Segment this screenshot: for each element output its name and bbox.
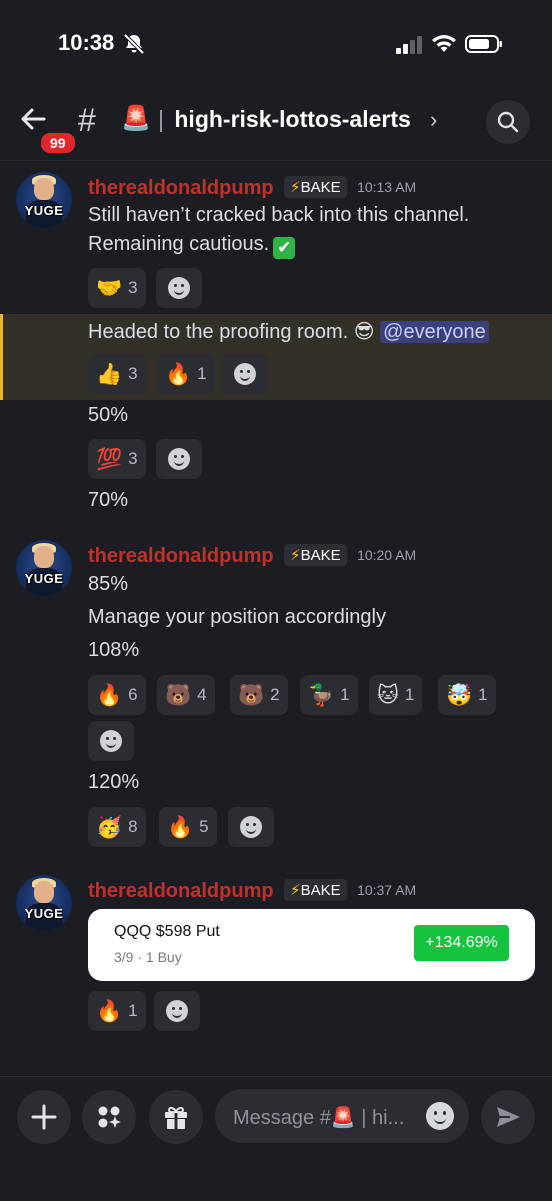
message-text: 108% bbox=[88, 639, 140, 661]
lightning-icon: ⚡ bbox=[290, 547, 301, 564]
lightning-icon: ⚡ bbox=[290, 882, 301, 899]
mention-bar bbox=[0, 314, 3, 400]
avatar[interactable]: YUGE bbox=[16, 172, 72, 228]
reaction-bear-2[interactable]: 🐻 2 bbox=[230, 675, 288, 715]
message-text: 120% bbox=[88, 771, 140, 793]
message-text: Remaining cautious. ✔ bbox=[88, 233, 296, 259]
search-icon bbox=[497, 111, 519, 133]
add-reaction-button[interactable] bbox=[228, 807, 274, 847]
reaction-chef-kiss[interactable]: 🥳 8 bbox=[88, 807, 146, 847]
message-text: Headed to the proofing room. 😎 @everyone bbox=[88, 319, 489, 344]
add-reaction-button[interactable] bbox=[156, 439, 202, 479]
reaction-fire[interactable]: 🔥 5 bbox=[159, 807, 217, 847]
siren-icon: 🚨 bbox=[121, 105, 151, 132]
message-composer: Message #🚨 | hi... bbox=[0, 1076, 552, 1201]
message-text: Manage your position accordingly bbox=[88, 606, 386, 628]
add-reaction-button[interactable] bbox=[156, 268, 202, 308]
message-header: therealdonaldpump ⚡BAKE 10:13 AM bbox=[88, 176, 416, 200]
emoji-picker-icon[interactable] bbox=[426, 1102, 454, 1130]
channel-name: high-risk-lottos-alerts bbox=[174, 106, 411, 132]
smiley-icon bbox=[168, 448, 190, 470]
battery-icon bbox=[465, 35, 502, 53]
add-reaction-button[interactable] bbox=[222, 354, 268, 394]
avatar[interactable]: YUGE bbox=[16, 875, 72, 931]
cellular-signal-icon bbox=[396, 36, 422, 54]
smiley-icon bbox=[240, 816, 262, 838]
message-header: therealdonaldpump ⚡BAKE 10:20 AM bbox=[88, 544, 416, 568]
apps-button[interactable] bbox=[82, 1090, 136, 1144]
lightning-icon: ⚡ bbox=[290, 179, 301, 196]
message-text: 85% bbox=[88, 573, 129, 595]
message-input[interactable]: Message #🚨 | hi... bbox=[215, 1089, 469, 1143]
clock: 10:38 bbox=[58, 30, 115, 55]
channel-title[interactable]: | high-risk-lottos-alerts bbox=[158, 106, 411, 133]
avatar[interactable]: YUGE bbox=[16, 540, 72, 596]
gift-icon bbox=[165, 1106, 187, 1129]
reaction-thumbs-up[interactable]: 👍 3 bbox=[88, 354, 146, 394]
unread-badge: 99 bbox=[38, 130, 78, 156]
bell-muted-icon bbox=[123, 33, 145, 55]
send-button[interactable] bbox=[481, 1090, 535, 1144]
status-bar: 10:38 bbox=[0, 0, 552, 90]
message-placeholder: Message #🚨 | hi... bbox=[233, 1107, 405, 1129]
reaction-100[interactable]: 💯 3 bbox=[88, 439, 146, 479]
smiley-icon bbox=[234, 363, 256, 385]
channel-header: 99 # 🚨 | high-risk-lottos-alerts › bbox=[0, 90, 552, 161]
trade-card[interactable]: QQQ $598 Put 3/9 · 1 Buy +134.69% bbox=[88, 909, 535, 981]
username[interactable]: therealdonaldpump bbox=[88, 880, 274, 902]
reaction-duck[interactable]: 🦆 1 bbox=[300, 675, 358, 715]
timestamp: 10:13 AM bbox=[357, 179, 417, 195]
timestamp: 10:20 AM bbox=[357, 547, 417, 563]
reaction-fire[interactable]: 🔥 1 bbox=[88, 991, 146, 1031]
smiley-icon bbox=[166, 1000, 188, 1022]
check-mark-icon: ✔ bbox=[273, 237, 296, 259]
chevron-right-icon[interactable]: › bbox=[430, 107, 437, 133]
avatar-label: YUGE bbox=[24, 203, 64, 218]
username[interactable]: therealdonaldpump bbox=[88, 545, 274, 567]
gift-button[interactable] bbox=[149, 1090, 203, 1144]
trade-title: QQQ $598 Put bbox=[114, 923, 220, 940]
trade-gain-badge: +134.69% bbox=[414, 925, 509, 961]
reaction-fire[interactable]: 🔥 1 bbox=[157, 354, 215, 394]
search-button[interactable] bbox=[486, 100, 530, 144]
send-icon bbox=[497, 1107, 520, 1127]
add-reaction-button[interactable] bbox=[154, 991, 200, 1031]
title-separator: | bbox=[158, 106, 164, 132]
trade-subtitle: 3/9 · 1 Buy bbox=[114, 949, 182, 965]
reaction-bear[interactable]: 🐻 4 bbox=[157, 675, 215, 715]
text-channel-hash-icon: # bbox=[78, 102, 96, 138]
message-header: therealdonaldpump ⚡BAKE 10:37 AM bbox=[88, 879, 416, 903]
plus-button[interactable] bbox=[17, 1090, 71, 1144]
arrow-left-icon bbox=[21, 108, 46, 130]
role-tag[interactable]: ⚡BAKE bbox=[284, 879, 347, 901]
message-text: 50% bbox=[88, 404, 129, 426]
avatar-label: YUGE bbox=[24, 906, 64, 921]
smiley-icon bbox=[168, 277, 190, 299]
reaction-handshake[interactable]: 🤝 3 bbox=[88, 268, 146, 308]
smiley-icon bbox=[100, 730, 122, 752]
sunglasses-emoji: 😎 bbox=[353, 321, 375, 343]
apps-icon bbox=[98, 1106, 121, 1128]
message-text: 70% bbox=[88, 489, 129, 511]
wifi-icon bbox=[432, 35, 456, 52]
plus-icon bbox=[31, 1104, 57, 1130]
timestamp: 10:37 AM bbox=[357, 882, 417, 898]
avatar-label: YUGE bbox=[24, 571, 64, 586]
reaction-fire[interactable]: 🔥 6 bbox=[88, 675, 146, 715]
username[interactable]: therealdonaldpump bbox=[88, 177, 274, 199]
reaction-exploding-head[interactable]: 🤯 1 bbox=[438, 675, 496, 715]
add-reaction-button[interactable] bbox=[88, 721, 134, 761]
role-tag[interactable]: ⚡BAKE bbox=[284, 176, 347, 198]
role-tag[interactable]: ⚡BAKE bbox=[284, 544, 347, 566]
reaction-pikachu[interactable]: 🐱 1 bbox=[369, 675, 423, 715]
message-text: Still haven’t cracked back into this cha… bbox=[88, 204, 470, 226]
everyone-mention[interactable]: @everyone bbox=[380, 321, 489, 343]
